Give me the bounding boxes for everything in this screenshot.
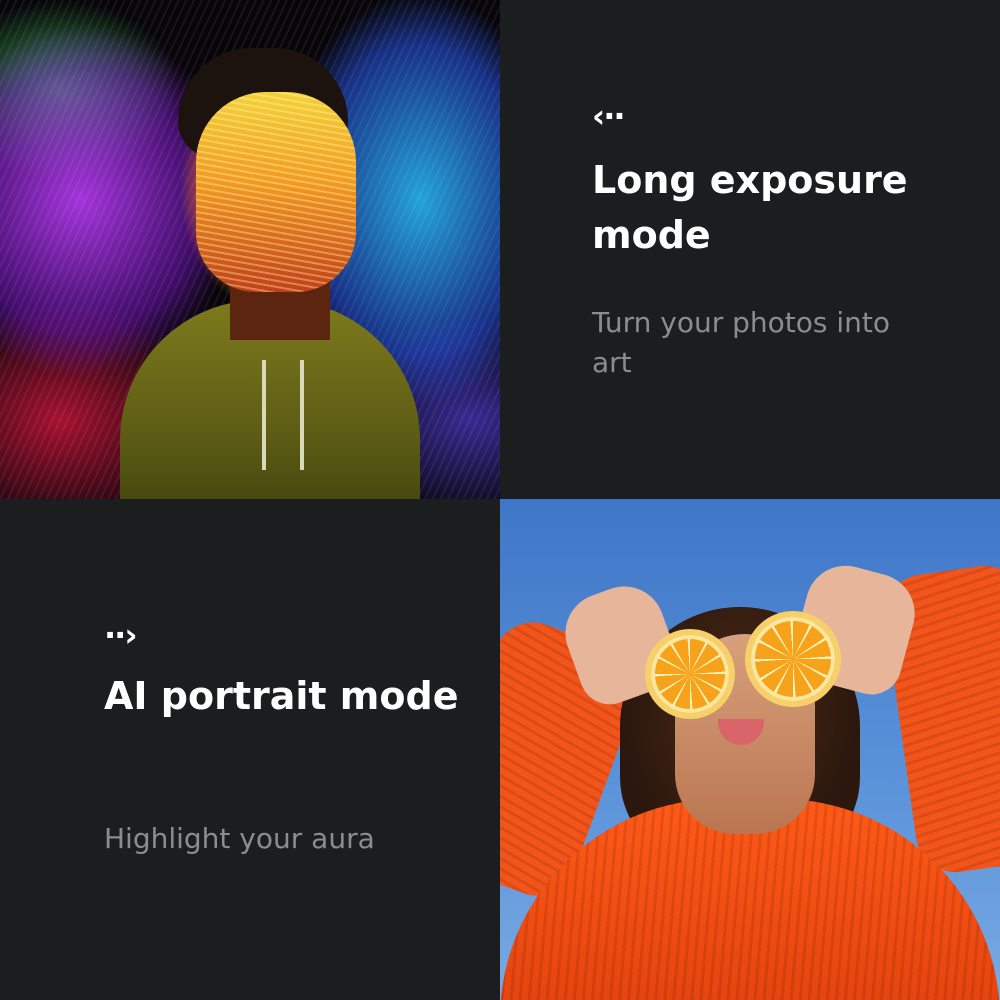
face-light-trails xyxy=(196,92,356,292)
feature-subtitle: Turn your photos into art xyxy=(592,306,891,379)
orange-slice xyxy=(745,611,841,707)
hoodie-string xyxy=(262,360,266,470)
long-exposure-feature: ‹·· Long exposure mode Turn your photos … xyxy=(500,0,1000,499)
arrow-right-dots-icon: ··› xyxy=(104,616,137,654)
arrow-left-dots-icon: ‹·· xyxy=(592,97,625,135)
orange-slice xyxy=(645,629,735,719)
long-exposure-photo xyxy=(0,0,500,499)
ai-portrait-photo xyxy=(500,499,1000,1000)
feature-title: Long exposure mode xyxy=(592,158,908,257)
hoodie-string xyxy=(300,360,304,470)
feature-subtitle: Highlight your aura xyxy=(104,822,375,855)
feature-grid: ‹·· Long exposure mode Turn your photos … xyxy=(0,0,1000,1000)
feature-title: AI portrait mode xyxy=(104,674,459,718)
ai-portrait-feature: ··› AI portrait mode Highlight your aura xyxy=(0,499,500,1000)
